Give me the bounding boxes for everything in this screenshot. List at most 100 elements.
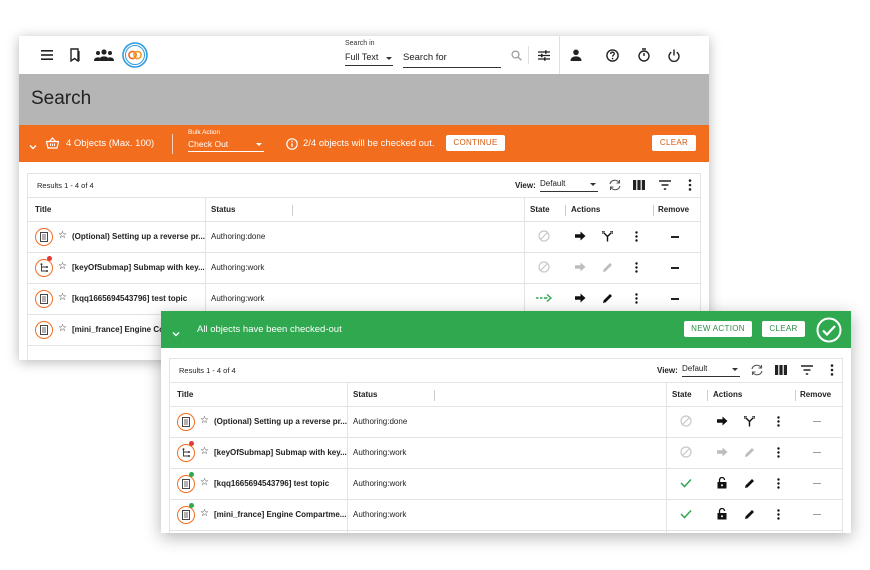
views-settings-icon[interactable] — [608, 178, 622, 192]
table-row[interactable]: ☆ [mini_france] Engine Compartme... Auth… — [170, 499, 842, 531]
arrow-right-icon[interactable] — [715, 414, 729, 428]
row-status: Authoring:done — [211, 232, 266, 241]
user-icon[interactable] — [568, 47, 584, 63]
more-options-icon[interactable] — [629, 260, 643, 274]
remove-icon[interactable] — [813, 452, 821, 453]
row-title[interactable]: [mini_france] Engine Compartme... — [214, 510, 346, 519]
blocked-icon — [537, 260, 551, 274]
row-title[interactable]: [keyOfSubmap] Submap with key... — [72, 263, 205, 272]
edit-icon[interactable] — [742, 507, 756, 521]
document-icon — [35, 290, 53, 308]
column-remove: Remove — [800, 390, 832, 399]
columns-icon[interactable] — [774, 363, 788, 377]
views-settings-icon[interactable] — [750, 363, 764, 377]
column-resizer[interactable] — [292, 205, 293, 216]
more-options-icon[interactable] — [771, 414, 785, 428]
basket-icon — [45, 136, 60, 154]
more-options-icon[interactable] — [629, 229, 643, 243]
star-icon[interactable]: ☆ — [58, 323, 67, 335]
column-title[interactable]: Title — [177, 390, 193, 399]
row-title[interactable]: (Optional) Setting up a reverse pr... — [72, 232, 205, 241]
clear-button[interactable]: CLEAR — [762, 321, 805, 337]
checked-out-indicator-icon — [189, 503, 194, 508]
search-icon[interactable] — [508, 47, 524, 63]
search-scope-select[interactable]: Full Text — [345, 52, 393, 66]
table-row[interactable]: ☆ [kqq1665694543796] test topic Authorin… — [170, 468, 842, 500]
new-action-button[interactable]: NEW ACTION — [684, 321, 752, 337]
column-actions: Actions — [713, 390, 743, 399]
unlock-icon[interactable] — [715, 476, 729, 490]
remove-icon[interactable] — [813, 514, 821, 515]
filter-icon[interactable] — [658, 178, 672, 192]
app-logo — [122, 42, 148, 68]
table-row[interactable]: ☆ (Optional) Setting up a reverse pr... … — [170, 406, 842, 438]
column-actions: Actions — [571, 205, 601, 214]
search-in-label: Search in — [345, 40, 375, 47]
check-icon — [679, 476, 693, 490]
help-icon[interactable] — [604, 47, 620, 63]
more-options-icon[interactable] — [683, 178, 697, 192]
star-icon[interactable]: ☆ — [200, 477, 209, 489]
view-select[interactable]: Default — [540, 179, 598, 192]
timer-icon[interactable] — [636, 47, 652, 63]
column-status[interactable]: Status — [211, 205, 235, 214]
search-input[interactable]: Search for — [403, 52, 501, 68]
table-row[interactable]: ☆ (Optional) Setting up a reverse pr... … — [28, 221, 700, 253]
branch-icon[interactable] — [742, 414, 756, 428]
menu-icon[interactable] — [39, 47, 55, 63]
map-icon — [177, 444, 195, 462]
row-title[interactable]: (Optional) Setting up a reverse pr... — [214, 417, 347, 426]
star-icon[interactable]: ☆ — [200, 508, 209, 520]
column-resizer[interactable] — [434, 390, 435, 401]
more-options-icon[interactable] — [825, 363, 839, 377]
remove-icon[interactable] — [671, 298, 679, 300]
chevron-down-icon — [256, 143, 262, 146]
power-icon[interactable] — [666, 47, 682, 63]
table-row[interactable]: ☆ [keyOfSubmap] Submap with key... Autho… — [170, 437, 842, 469]
divider — [559, 36, 560, 74]
more-options-icon[interactable] — [629, 291, 643, 305]
unlock-icon[interactable] — [715, 507, 729, 521]
blocked-icon — [679, 414, 693, 428]
row-title[interactable]: [kqq1665694543796] test topic — [72, 294, 187, 303]
column-status[interactable]: Status — [353, 390, 377, 399]
edit-icon[interactable] — [742, 476, 756, 490]
star-icon[interactable]: ☆ — [58, 261, 67, 273]
more-options-icon[interactable] — [771, 445, 785, 459]
remove-icon[interactable] — [813, 421, 821, 422]
grid-header: Title Status State Actions Remove — [170, 382, 842, 407]
grid-header: Title Status State Actions Remove — [28, 197, 700, 222]
people-icon[interactable] — [94, 47, 114, 63]
star-icon[interactable]: ☆ — [58, 230, 67, 242]
remove-icon[interactable] — [813, 483, 821, 484]
view-select[interactable]: Default — [682, 364, 740, 377]
filter-settings-icon[interactable] — [536, 47, 552, 63]
divider — [565, 205, 566, 216]
chevron-down-icon[interactable] — [172, 325, 180, 343]
table-row[interactable]: ☆ [keyOfSubmap] Submap with key... Autho… — [28, 252, 700, 284]
filter-icon[interactable] — [800, 363, 814, 377]
more-options-icon[interactable] — [771, 476, 785, 490]
star-icon[interactable]: ☆ — [200, 415, 209, 427]
remove-icon[interactable] — [671, 267, 679, 269]
columns-icon[interactable] — [632, 178, 646, 192]
star-icon[interactable]: ☆ — [58, 292, 67, 304]
bulk-action-select[interactable]: Check Out — [188, 139, 264, 152]
column-title[interactable]: Title — [35, 205, 51, 214]
row-title[interactable]: [mini_france] Engine Con — [72, 325, 169, 334]
row-title[interactable]: [keyOfSubmap] Submap with key... — [214, 448, 347, 457]
chevron-down-icon[interactable] — [29, 138, 37, 150]
branch-icon[interactable] — [600, 229, 614, 243]
arrow-right-icon[interactable] — [573, 229, 587, 243]
remove-icon[interactable] — [671, 236, 679, 238]
row-title[interactable]: [kqq1665694543796] test topic — [214, 479, 329, 488]
blocked-icon — [679, 445, 693, 459]
bulk-action-value: Check Out — [188, 139, 229, 149]
continue-button[interactable]: CONTINUE — [446, 135, 505, 151]
star-icon[interactable]: ☆ — [200, 446, 209, 458]
clear-button[interactable]: CLEAR — [652, 135, 696, 151]
more-options-icon[interactable] — [771, 507, 785, 521]
edit-icon[interactable] — [600, 291, 614, 305]
arrow-right-icon[interactable] — [573, 291, 587, 305]
bookmarks-icon[interactable] — [67, 47, 83, 63]
